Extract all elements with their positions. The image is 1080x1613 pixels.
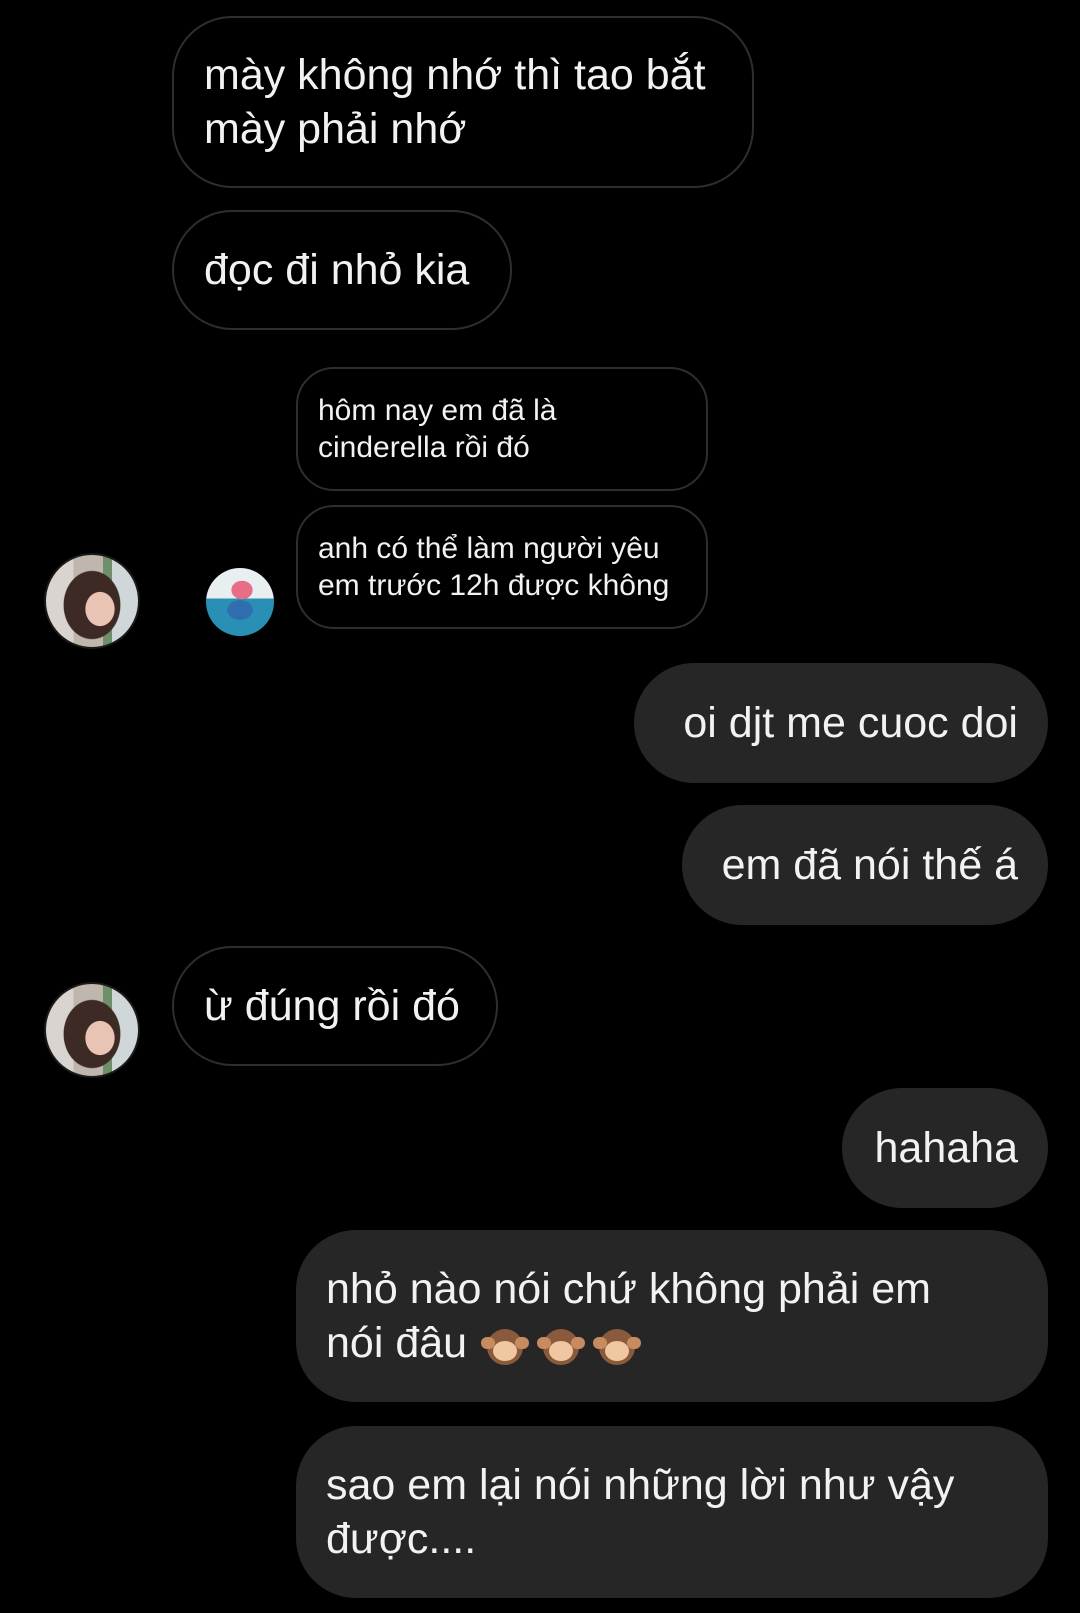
message-text: ừ đúng rồi đó — [204, 982, 460, 1030]
story-author-avatar[interactable] — [206, 568, 274, 636]
quoted-story-text: hôm nay em đã là cinderella rồi đó — [318, 394, 557, 464]
outgoing-message[interactable]: nhỏ nào nói chứ không phải em nói đâu — [296, 1230, 1048, 1402]
outgoing-message[interactable]: em đã nói thế á — [682, 805, 1048, 925]
incoming-message[interactable]: ừ đúng rồi đó — [172, 946, 498, 1066]
outgoing-message[interactable]: sao em lại nói những lời như vậy được...… — [296, 1426, 1048, 1598]
contact-avatar[interactable] — [44, 553, 140, 649]
message-text: mày không nhớ thì tao bắt mày phải nhớ — [204, 51, 706, 153]
quoted-story-text: anh có thể làm người yêu em trước 12h đư… — [318, 532, 670, 602]
message-text: đọc đi nhỏ kia — [204, 246, 470, 294]
see-no-evil-monkey-icon — [479, 1323, 531, 1369]
hear-no-evil-monkey-icon — [535, 1323, 587, 1369]
incoming-message[interactable]: đọc đi nhỏ kia — [172, 210, 512, 330]
message-text: hahaha — [874, 1124, 1019, 1172]
contact-avatar[interactable] — [44, 982, 140, 1078]
speak-no-evil-monkey-icon — [591, 1323, 643, 1369]
incoming-message[interactable]: mày không nhớ thì tao bắt mày phải nhớ — [172, 16, 754, 188]
message-text: em đã nói thế á — [721, 841, 1018, 889]
quoted-story-message: hôm nay em đã là cinderella rồi đó — [296, 367, 708, 491]
message-text: oi djt me cuoc doi — [683, 699, 1018, 747]
quoted-story-message: anh có thể làm người yêu em trước 12h đư… — [296, 505, 708, 629]
message-text-with-emoji: nhỏ nào nói chứ không phải em nói đâu — [326, 1262, 931, 1370]
message-text: sao em lại nói những lời như vậy được...… — [326, 1461, 955, 1563]
outgoing-message[interactable]: oi djt me cuoc doi — [634, 663, 1048, 783]
outgoing-message[interactable]: hahaha — [842, 1088, 1048, 1208]
emoji-group — [479, 1323, 643, 1369]
